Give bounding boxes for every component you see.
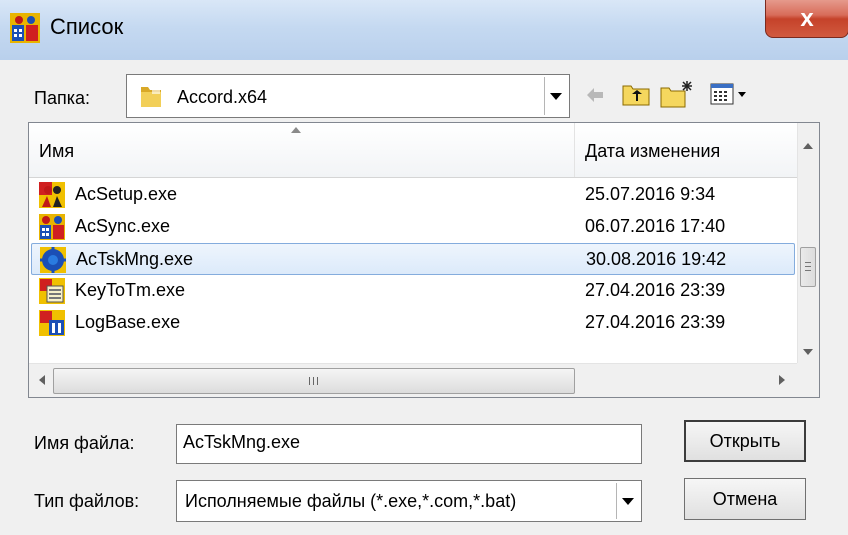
vertical-scroll-thumb[interactable]: [800, 247, 816, 287]
scroll-down-arrow-icon[interactable]: [803, 349, 813, 355]
view-menu-icon[interactable]: [710, 82, 750, 106]
column-divider[interactable]: [574, 123, 575, 177]
scroll-up-arrow-icon[interactable]: [803, 143, 813, 149]
folder-dropdown-arrow[interactable]: [544, 77, 567, 115]
scroll-left-arrow-icon[interactable]: [39, 375, 45, 385]
file-name: AcTskMng.exe: [76, 249, 194, 269]
file-row-actskmng[interactable]: AcTskMng.exe 30.08.2016 19:42: [31, 243, 795, 275]
horizontal-scroll-thumb[interactable]: [53, 368, 575, 394]
app-icon: [10, 13, 40, 43]
file-open-dialog: Список x Папка: Accord.x64 Имя Дата изме…: [0, 0, 848, 535]
scroll-corner: [797, 363, 819, 397]
keytotm-app-icon: [39, 278, 65, 304]
file-row-keytotm[interactable]: KeyToTm.exe 27.04.2016 23:39: [31, 275, 795, 307]
filetype-label: Тип файлов:: [34, 491, 140, 511]
scroll-right-arrow-icon[interactable]: [779, 375, 785, 385]
file-name: KeyToTm.exe: [75, 280, 186, 300]
file-row-acsetup[interactable]: AcSetup.exe 25.07.2016 9:34: [31, 179, 795, 211]
horizontal-scrollbar[interactable]: [29, 363, 797, 397]
filename-input[interactable]: AcTskMng.exe: [176, 424, 642, 464]
filetype-value: Исполняемые файлы (*.exe,*.com,*.bat): [185, 491, 517, 511]
file-date: 06.07.2016 17:40: [585, 216, 726, 236]
sort-ascending-icon: [291, 127, 301, 133]
file-list[interactable]: Имя Дата изменения AcSetup.exe 25.07.201…: [28, 122, 820, 398]
logbase-app-icon: [39, 310, 65, 336]
folder-icon: [141, 85, 161, 107]
file-row-logbase[interactable]: LogBase.exe 27.04.2016 23:39: [31, 307, 795, 339]
file-date: 25.07.2016 9:34: [585, 184, 716, 204]
file-name: LogBase.exe: [75, 312, 181, 332]
list-header: Имя Дата изменения: [29, 123, 797, 178]
file-date: 27.04.2016 23:39: [585, 280, 726, 300]
window-title: Список: [50, 14, 124, 39]
column-header-date[interactable]: Дата изменения: [585, 141, 720, 162]
file-row-acsync[interactable]: AcSync.exe 06.07.2016 17:40: [31, 211, 795, 243]
cancel-button[interactable]: Отмена: [684, 478, 806, 520]
acsetup-app-icon: [39, 182, 65, 208]
column-header-name[interactable]: Имя: [39, 141, 74, 162]
vertical-scrollbar[interactable]: [797, 123, 819, 363]
back-arrow-icon[interactable]: [584, 84, 606, 106]
file-name: AcSetup.exe: [75, 184, 178, 204]
open-button[interactable]: Открыть: [684, 420, 806, 462]
new-folder-icon[interactable]: [660, 80, 694, 108]
title-bar[interactable]: Список x: [0, 0, 848, 60]
folder-value: Accord.x64: [177, 87, 268, 107]
actskmng-app-icon: [40, 247, 66, 273]
file-name: AcSync.exe: [75, 216, 171, 236]
file-date: 27.04.2016 23:39: [585, 312, 726, 332]
filetype-combobox[interactable]: Исполняемые файлы (*.exe,*.com,*.bat): [176, 480, 642, 522]
up-folder-icon[interactable]: [622, 82, 650, 106]
file-date: 30.08.2016 19:42: [586, 249, 727, 269]
folder-combobox[interactable]: Accord.x64: [126, 74, 570, 118]
folder-label: Папка:: [34, 88, 90, 108]
acsync-app-icon: [39, 214, 65, 240]
close-button[interactable]: x: [765, 0, 848, 38]
close-icon: x: [800, 5, 814, 32]
filename-label: Имя файла:: [34, 433, 135, 453]
filetype-dropdown-arrow[interactable]: [616, 483, 639, 519]
